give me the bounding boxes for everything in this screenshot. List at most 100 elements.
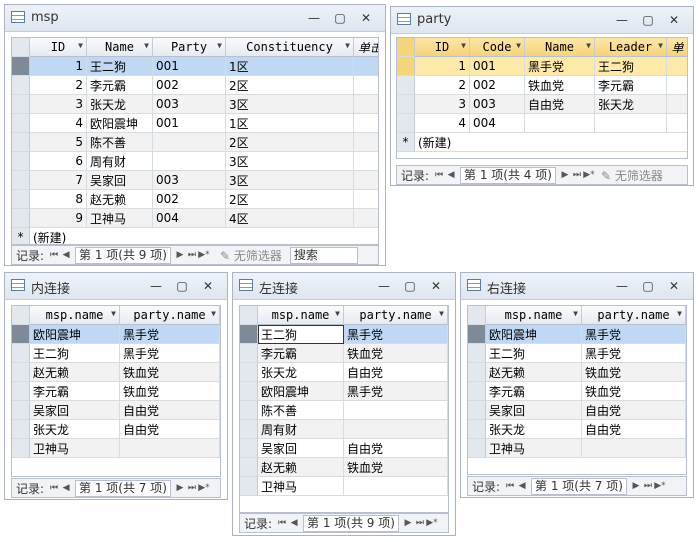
dropdown-arrow-icon[interactable]: ▼ xyxy=(144,41,149,50)
record-selector[interactable] xyxy=(12,209,30,228)
title-bar[interactable]: msp — ▢ ✕ xyxy=(5,5,385,32)
record-selector[interactable] xyxy=(12,171,30,190)
select-all-cell[interactable] xyxy=(12,306,30,325)
column-header[interactable]: Leader ▼ xyxy=(595,38,667,57)
record-selector[interactable] xyxy=(240,344,258,363)
record-selector[interactable] xyxy=(12,325,30,344)
minimize-button[interactable]: — xyxy=(609,276,635,296)
record-selector[interactable] xyxy=(397,95,415,114)
dropdown-arrow-icon[interactable]: ▼ xyxy=(461,41,466,50)
dropdown-arrow-icon[interactable]: ▼ xyxy=(217,41,222,50)
table-row[interactable]: 王二狗 黑手党 xyxy=(468,344,686,363)
record-selector[interactable] xyxy=(397,76,415,95)
previous-record-icon[interactable]: ◀ xyxy=(445,170,457,180)
minimize-button[interactable]: — xyxy=(371,276,397,296)
title-bar[interactable]: 右连接 — ▢ ✕ xyxy=(461,273,693,300)
record-selector[interactable] xyxy=(12,439,30,458)
new-record-icon[interactable]: ▶* xyxy=(426,518,438,528)
dropdown-arrow-icon[interactable]: ▼ xyxy=(78,41,83,50)
close-button[interactable]: ✕ xyxy=(423,276,449,296)
close-button[interactable]: ✕ xyxy=(661,276,687,296)
next-record-icon[interactable]: ▶ xyxy=(402,518,414,528)
record-selector[interactable] xyxy=(240,325,258,344)
dropdown-arrow-icon[interactable]: ▼ xyxy=(658,41,663,50)
column-header[interactable]: ID ▼ xyxy=(415,38,470,57)
table-row[interactable]: 赵无赖 铁血党 xyxy=(468,363,686,382)
record-selector[interactable] xyxy=(240,382,258,401)
record-selector[interactable] xyxy=(240,363,258,382)
table-row[interactable]: 3 张天龙 003 3区 xyxy=(12,95,378,114)
record-selector[interactable] xyxy=(468,420,486,439)
previous-record-icon[interactable]: ◀ xyxy=(516,481,528,491)
column-header[interactable]: ID ▼ xyxy=(30,38,87,57)
record-selector[interactable] xyxy=(468,439,486,458)
new-record-icon[interactable]: ▶* xyxy=(654,481,666,491)
table-row[interactable]: 9 卫神马 004 4区 xyxy=(12,209,378,228)
column-header[interactable]: party.name ▼ xyxy=(120,306,220,325)
table-row[interactable]: 王二狗 黑手党 xyxy=(240,325,448,344)
select-all-cell[interactable] xyxy=(468,306,486,325)
first-record-icon[interactable]: ⏮ xyxy=(504,481,516,491)
first-record-icon[interactable]: ⏮ xyxy=(48,250,60,260)
table-row[interactable]: 李元霸 铁血党 xyxy=(468,382,686,401)
next-record-icon[interactable]: ▶ xyxy=(174,250,186,260)
column-header[interactable]: msp.name ▼ xyxy=(258,306,344,325)
title-bar[interactable]: 左连接 — ▢ ✕ xyxy=(233,273,455,300)
table-row[interactable]: 李元霸 铁血党 xyxy=(240,344,448,363)
table-row[interactable]: 欧阳震坤 黑手党 xyxy=(240,382,448,401)
column-header[interactable]: Constituency ▼ xyxy=(226,38,354,57)
dropdown-arrow-icon[interactable]: ▼ xyxy=(573,309,578,318)
table-row[interactable]: 赵无赖 铁血党 xyxy=(240,458,448,477)
record-selector[interactable] xyxy=(12,382,30,401)
close-button[interactable]: ✕ xyxy=(195,276,221,296)
first-record-icon[interactable]: ⏮ xyxy=(433,170,445,180)
dropdown-arrow-icon[interactable]: ▼ xyxy=(345,41,350,50)
table-row[interactable]: 2 李元霸 002 2区 xyxy=(12,76,378,95)
record-selector[interactable] xyxy=(468,401,486,420)
minimize-button[interactable]: — xyxy=(143,276,169,296)
table-row[interactable]: 1 001 黑手党 王二狗 xyxy=(397,57,687,76)
table-row[interactable]: 王二狗 黑手党 xyxy=(12,344,220,363)
column-header[interactable]: Name ▼ xyxy=(87,38,153,57)
previous-record-icon[interactable]: ◀ xyxy=(60,483,72,493)
table-row[interactable]: 2 002 铁血党 李元霸 xyxy=(397,76,687,95)
table-row[interactable]: 卫神马 xyxy=(240,477,448,496)
title-bar[interactable]: party — ▢ ✕ xyxy=(391,7,693,34)
record-selector[interactable] xyxy=(468,325,486,344)
table-row[interactable]: 张天龙 自由党 xyxy=(468,420,686,439)
record-selector[interactable] xyxy=(468,382,486,401)
record-position-input[interactable]: 第 1 项(共 7 项) xyxy=(75,479,171,497)
column-header[interactable]: party.name ▼ xyxy=(582,306,686,325)
record-selector[interactable] xyxy=(240,401,258,420)
new-record-row[interactable]: * (新建) xyxy=(397,133,687,152)
table-row[interactable]: 4 004 xyxy=(397,114,687,133)
table-row[interactable]: 7 吴家回 003 3区 xyxy=(12,171,378,190)
column-header[interactable]: msp.name ▼ xyxy=(30,306,120,325)
dropdown-arrow-icon[interactable]: ▼ xyxy=(111,309,116,318)
column-header[interactable]: Code ▼ xyxy=(470,38,525,57)
record-selector[interactable] xyxy=(12,152,30,171)
select-all-cell[interactable] xyxy=(397,38,415,57)
dropdown-arrow-icon[interactable]: ▼ xyxy=(335,309,340,318)
close-button[interactable]: ✕ xyxy=(353,8,379,28)
record-selector[interactable] xyxy=(397,57,415,76)
no-filter-indicator[interactable]: ✎ 无筛选器 xyxy=(601,167,663,184)
last-record-icon[interactable]: ⏭ xyxy=(414,518,426,528)
table-row[interactable]: 吴家回 自由党 xyxy=(12,401,220,420)
first-record-icon[interactable]: ⏮ xyxy=(48,483,60,493)
dropdown-arrow-icon[interactable]: ▼ xyxy=(677,309,682,318)
new-record-label[interactable]: (新建) xyxy=(415,133,687,152)
table-row[interactable]: 欧阳震坤 黑手党 xyxy=(12,325,220,344)
table-row[interactable]: 赵无赖 铁血党 xyxy=(12,363,220,382)
table-row[interactable]: 4 欧阳震坤 001 1区 xyxy=(12,114,378,133)
new-record-icon[interactable]: ▶* xyxy=(198,250,210,260)
table-row[interactable]: 陈不善 xyxy=(240,401,448,420)
record-selector[interactable] xyxy=(397,114,415,133)
last-record-icon[interactable]: ⏭ xyxy=(186,250,198,260)
search-input[interactable]: 搜索 xyxy=(289,246,358,264)
maximize-button[interactable]: ▢ xyxy=(635,10,661,30)
record-selector[interactable] xyxy=(12,133,30,152)
maximize-button[interactable]: ▢ xyxy=(327,8,353,28)
record-selector[interactable] xyxy=(12,190,30,209)
record-position-input[interactable]: 第 1 项(共 9 项) xyxy=(303,514,399,532)
